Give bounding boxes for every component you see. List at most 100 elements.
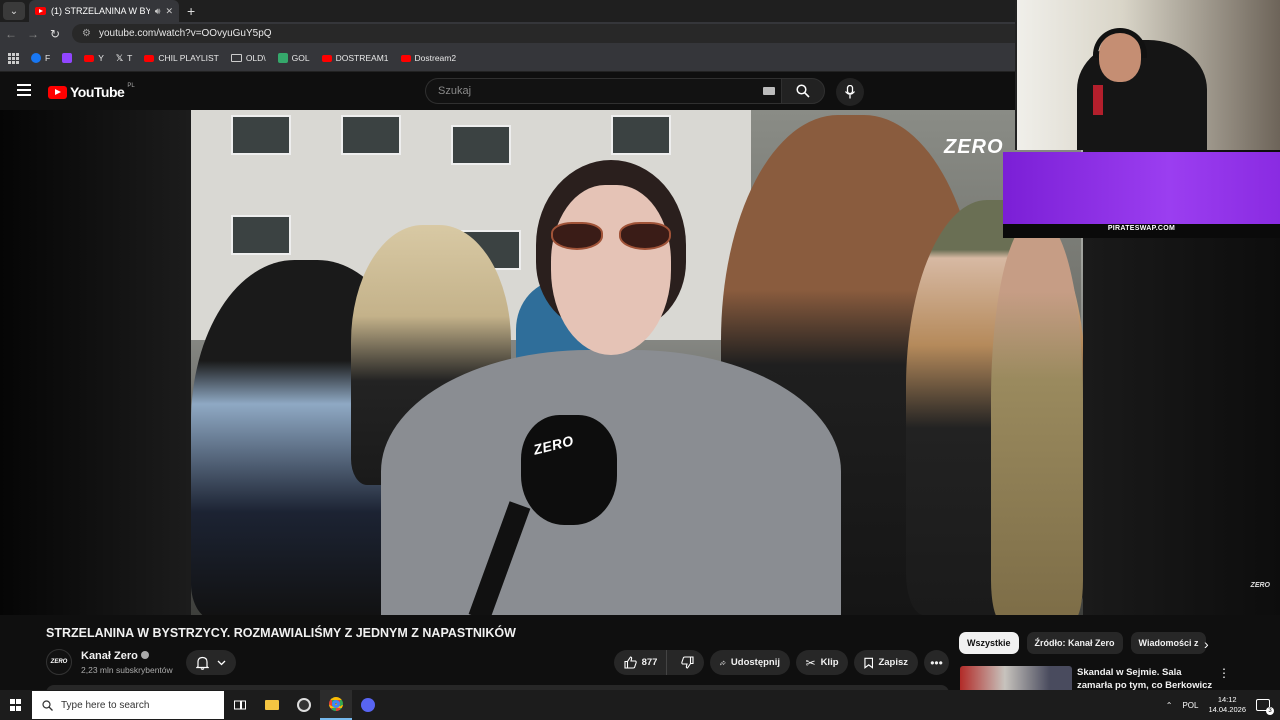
bookmark-icon [864,657,874,669]
youtube-icon [321,54,332,62]
youtube-icon [84,54,95,62]
bookmark-youtube[interactable]: Y [84,53,104,63]
task-view-button[interactable] [224,690,256,720]
like-dislike-group: 877 [614,650,704,675]
start-button[interactable] [0,690,32,720]
youtube-icon [144,54,155,62]
chrome-icon [329,697,343,711]
taskbar-discord[interactable] [352,690,384,720]
chevron-right-icon[interactable]: › [1204,636,1209,652]
notifications-button[interactable] [186,650,236,675]
chip-news[interactable]: Wiadomości z [1130,632,1207,654]
video-title: STRZELANINA W BYSTRZYCY. ROZMAWIALIŚMY Z… [46,626,516,640]
sponsor-text: PIRATESWAP.COM [1107,225,1176,232]
youtube-icon [400,54,411,62]
bookmark-x[interactable]: 𝕏T [116,53,132,64]
channel-watermark: ZERO [944,136,1004,158]
speaker-icon[interactable]: 🔊︎ [155,6,161,17]
channel-avatar[interactable]: ZERO [46,649,72,675]
news-microphone: ZERO [521,415,617,525]
streamer-microphone [1093,85,1103,115]
search-button[interactable] [781,78,825,104]
taskbar-chrome[interactable] [320,690,352,720]
clip-button[interactable]: ✂ Klip [796,650,848,675]
bookmark-dostream2[interactable]: Dostream2 [400,53,456,63]
bookmark-facebook[interactable]: F [31,53,50,63]
thumbs-down-icon [681,656,694,669]
facebook-icon [31,53,41,63]
more-vertical-icon[interactable]: ⋮ [1218,666,1230,680]
notification-icon[interactable]: 3 [1256,699,1274,715]
tab-title: (1) STRZELANINA W BYSTRZ [51,6,150,16]
taskbar-search[interactable]: Type here to search [32,691,224,719]
video-frame[interactable]: ZERO [191,110,1083,615]
tab-search-button[interactable]: ⌄ [3,2,25,20]
webcam-overlay [1015,0,1280,150]
share-button[interactable]: Udostępnij [710,650,790,675]
verified-icon [140,651,149,659]
taskbar-app-obs[interactable] [288,690,320,720]
like-count: 877 [641,657,658,668]
search-input[interactable] [425,78,781,104]
channel-name[interactable]: Kanał Zero [81,650,149,662]
folder-icon [265,700,279,710]
browser-tab-active[interactable]: (1) STRZELANINA W BYSTRZ 🔊︎ ✕ [29,0,179,22]
url-field[interactable]: ⚙ youtube.com/watch?v=OOvyuGuY5pQ [72,24,1072,43]
clock[interactable]: 14:12 14.04.2026 [1208,695,1246,715]
back-arrow-icon[interactable]: ← [0,27,22,41]
taskbar-file-explorer[interactable] [256,690,288,720]
voice-search-button[interactable] [836,78,864,106]
system-tray: ⌃ POL 14:12 14.04.2026 3 [1166,690,1280,720]
youtube-logo[interactable]: YouTube PL [48,83,135,100]
chevron-down-icon [217,660,226,665]
youtube-favicon-icon [35,7,46,15]
twitch-icon [62,53,73,63]
player-letterbox-left [0,110,191,615]
filter-chips: Wszystkie Źródło: Kanał Zero Wiadomości … [959,632,1219,654]
chevron-up-icon[interactable]: ⌃ [1166,701,1173,710]
bookmark-gol[interactable]: GOL [277,53,310,63]
corner-watermark: ZERO [1250,582,1270,589]
more-horizontal-icon: ••• [930,655,943,670]
microphone-icon [844,85,856,99]
folder-icon [230,54,242,62]
save-button[interactable]: Zapisz [854,650,918,675]
new-tab-button[interactable]: + [187,3,195,19]
windows-taskbar: Type here to search ⌃ POL 14:12 14.04.20… [0,690,1280,720]
dislike-button[interactable] [672,656,703,669]
gol-icon [277,53,288,63]
sponsor-banner: PIRATESWAP.COM [1003,152,1280,238]
scissors-icon: ✂ [805,655,816,670]
apps-grid-icon[interactable] [8,52,19,64]
bell-icon [196,656,209,670]
interviewee-figure [371,160,851,615]
discord-icon [361,698,375,712]
close-icon[interactable]: ✕ [165,6,173,17]
site-info-icon[interactable]: ⚙ [82,28,91,39]
screen: ⌄ (1) STRZELANINA W BYSTRZ 🔊︎ ✕ + ← → ↻ … [0,0,1280,720]
more-actions-button[interactable]: ••• [924,650,949,675]
man-right-figure [991,220,1083,615]
keyboard-icon[interactable] [763,87,775,95]
search-icon [42,699,53,711]
windows-logo-icon [10,699,22,711]
reload-icon[interactable]: ↻ [44,27,66,41]
bookmark-dostream1[interactable]: DOSTREAM1 [321,53,389,63]
language-indicator[interactable]: POL [1182,701,1198,710]
obs-icon [297,698,311,712]
sponsor-graphic [1003,152,1280,224]
bookmark-folder-old[interactable]: OLD\ [230,53,266,63]
task-view-icon [234,700,246,710]
url-text: youtube.com/watch?v=OOvyuGuY5pQ [98,28,272,39]
chip-all[interactable]: Wszystkie [959,632,1019,654]
forward-arrow-icon[interactable]: → [22,27,44,41]
x-logo-icon: 𝕏 [115,52,124,63]
search-icon [796,84,810,98]
bookmark-twitch[interactable] [62,53,73,63]
chip-source-channel[interactable]: Źródło: Kanał Zero [1026,632,1123,654]
share-icon [720,659,726,665]
menu-icon[interactable] [17,84,31,96]
subscriber-count: 2,23 mln subskrybentów [81,665,173,675]
like-button[interactable]: 877 [615,650,668,675]
bookmark-chil-playlist[interactable]: CHIL PLAYLIST [144,53,219,63]
